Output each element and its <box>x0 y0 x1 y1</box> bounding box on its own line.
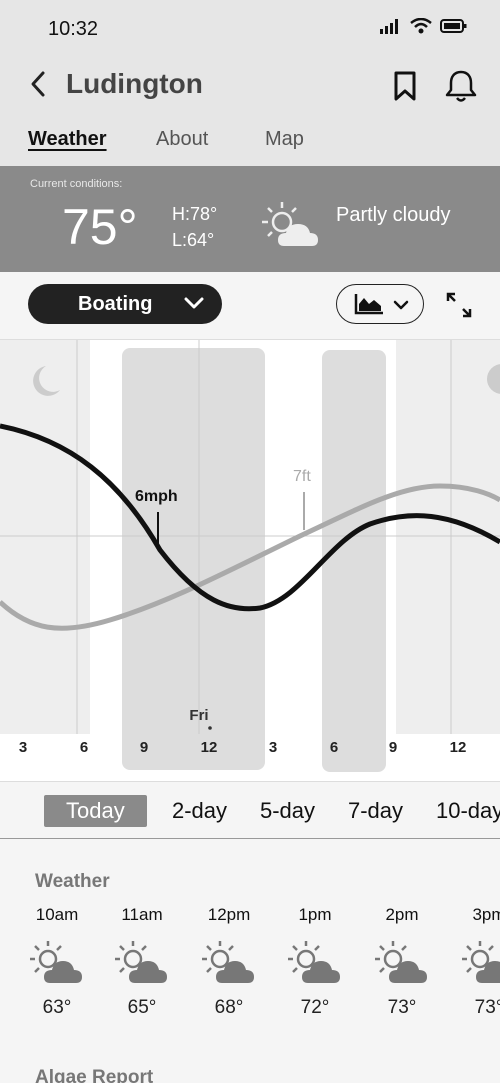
x-tick-label: 3 <box>269 739 277 756</box>
partly-cloudy-icon <box>30 941 82 983</box>
hourly-weather[interactable]: Weather 10am 63° 11am 65° 12pm 68° 1pm 7… <box>0 839 500 1083</box>
bookmark-icon <box>394 71 416 101</box>
x-tick-label: 12 <box>450 739 467 756</box>
wave-callout-label: 7ft <box>293 468 311 485</box>
conditions-description: Partly cloudy <box>336 204 451 226</box>
hourly-item: 10am 63° <box>22 905 92 1019</box>
battery-icon <box>440 19 467 33</box>
x-tick-label: 9 <box>389 739 397 756</box>
chart-svg: 6mph 7ft Fri 3 6 9 12 3 6 9 12 <box>0 340 500 772</box>
status-bar: 10:32 <box>0 0 500 58</box>
day-marker <box>208 726 212 730</box>
current-conditions: Current conditions: 75° H:78° L:64° Part… <box>0 166 500 272</box>
hour-temp: 68° <box>214 997 244 1018</box>
chevron-down-icon <box>184 297 204 309</box>
activity-label: Boating <box>78 293 153 315</box>
hour-time: 12pm <box>207 905 251 924</box>
low-temp: L:64° <box>172 230 215 250</box>
tab-map[interactable]: Map <box>265 128 304 151</box>
highlight-window <box>322 350 386 772</box>
hour-time: 2pm <box>385 905 419 924</box>
algae-section-title: Algae Report <box>35 1067 154 1083</box>
range-tab-today[interactable]: Today <box>44 795 147 827</box>
partly-cloudy-icon <box>115 941 167 983</box>
chevron-down-icon <box>393 300 409 310</box>
hourly-item: 11am 65° <box>107 905 177 1019</box>
x-tick-label: 9 <box>140 739 148 756</box>
page-title: Ludington <box>66 68 203 99</box>
conditions-label: Current conditions: <box>30 178 123 190</box>
wind-callout-label: 6mph <box>135 488 178 505</box>
bookmark-button[interactable] <box>392 70 420 102</box>
range-tab-7day[interactable]: 7-day <box>348 795 403 827</box>
partly-cloudy-icon <box>202 941 254 983</box>
hourly-item: 12pm 68° <box>194 905 264 1019</box>
hourly-item: 2pm 73° <box>367 905 437 1019</box>
weather-section-title: Weather <box>35 871 110 892</box>
status-icons <box>380 18 468 34</box>
signal-icon <box>380 19 398 34</box>
x-tick-label: 6 <box>330 739 338 756</box>
notifications-button[interactable] <box>444 68 478 104</box>
night-band <box>396 340 500 734</box>
forecast-chart[interactable]: 6mph 7ft Fri 3 6 9 12 3 6 9 12 <box>0 340 500 781</box>
range-tabs: Today 2-day 5-day 7-day 10-day <box>0 781 500 839</box>
x-tick-label: 3 <box>19 739 27 756</box>
nav-bar: Ludington Weather About Map <box>0 58 500 166</box>
hour-time: 11am <box>121 905 163 924</box>
back-button[interactable] <box>24 70 52 98</box>
tab-bar: Weather About Map <box>0 128 500 164</box>
range-tab-5day[interactable]: 5-day <box>260 795 315 827</box>
hour-time: 10am <box>35 905 79 924</box>
status-time: 10:32 <box>48 18 99 40</box>
hour-time: 1pm <box>298 905 332 924</box>
hour-temp: 73° <box>474 997 500 1018</box>
wifi-icon <box>410 18 432 34</box>
partly-cloudy-icon <box>288 941 340 983</box>
chart-type-dropdown[interactable] <box>336 284 424 324</box>
chart-controls: Boating <box>0 272 500 340</box>
bell-icon <box>445 70 477 102</box>
hour-temp: 63° <box>42 997 72 1018</box>
expand-button[interactable] <box>444 290 474 320</box>
chevron-left-icon <box>31 71 45 97</box>
x-tick-label: 12 <box>201 739 218 756</box>
partly-cloudy-icon <box>375 941 427 983</box>
range-tab-10day[interactable]: 10-day <box>436 795 500 827</box>
tab-about[interactable]: About <box>156 128 208 151</box>
expand-icon <box>446 292 472 318</box>
hourly-item: 3pm 73° <box>454 905 500 1019</box>
high-temp: H:78° <box>172 204 218 224</box>
partly-cloudy-icon <box>462 941 500 983</box>
range-tab-2day[interactable]: 2-day <box>172 795 227 827</box>
tab-weather[interactable]: Weather <box>28 128 107 151</box>
activity-dropdown[interactable]: Boating <box>28 284 222 324</box>
current-temp: 75° <box>62 199 138 255</box>
hour-temp: 72° <box>300 997 330 1018</box>
partly-cloudy-icon <box>262 202 318 246</box>
hourly-item: 1pm 72° <box>280 905 350 1019</box>
x-tick-label: 6 <box>80 739 88 756</box>
area-chart-icon <box>354 294 383 315</box>
hour-temp: 73° <box>387 997 417 1018</box>
day-label: Fri <box>189 707 208 724</box>
hour-time: 3pm <box>472 905 500 924</box>
hour-temp: 65° <box>127 997 157 1018</box>
